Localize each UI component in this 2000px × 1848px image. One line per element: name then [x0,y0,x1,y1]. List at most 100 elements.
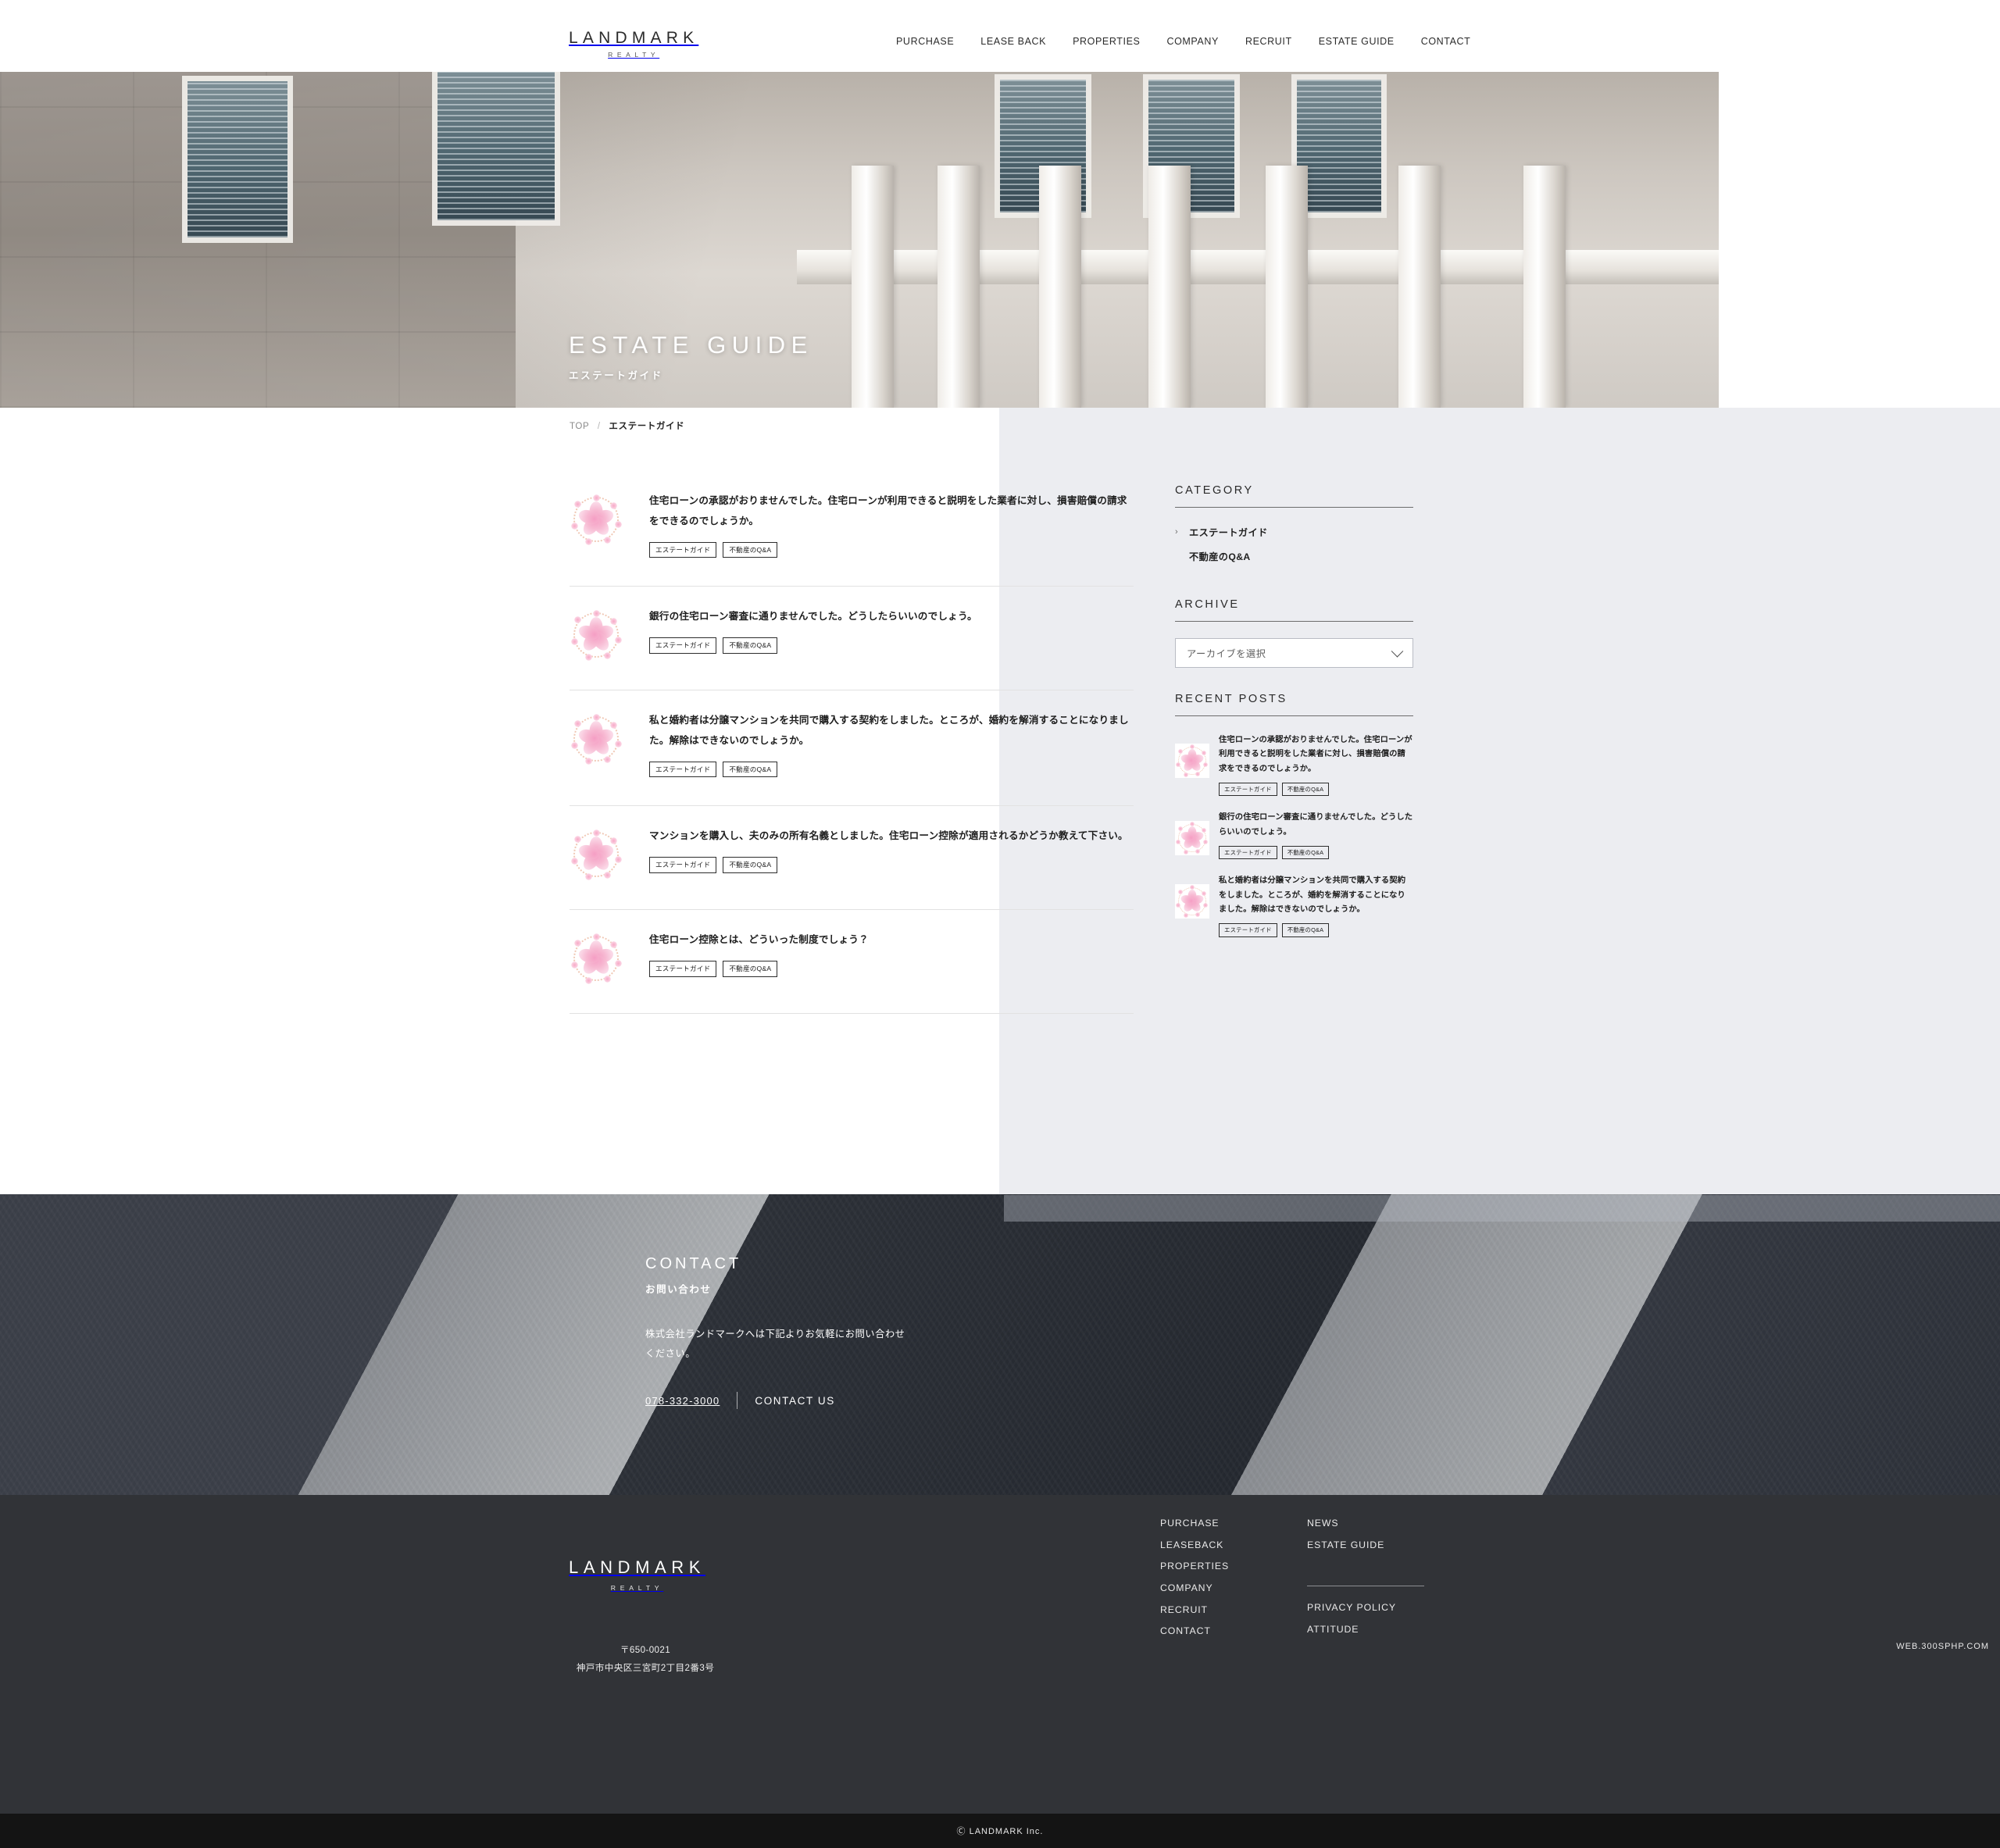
category-label: エステートガイド [1189,525,1268,539]
hero-background-image [0,72,1719,408]
footer-link-news[interactable]: NEWS [1307,1513,1384,1535]
hero-pillar [1398,166,1441,408]
nav-item-purchase[interactable]: PURCHASE [883,36,967,47]
nav-item-estate-guide[interactable]: ESTATE GUIDE [1305,36,1408,47]
contact-us-button[interactable]: CONTACT US [755,1395,835,1407]
post-title[interactable]: 住宅ローンの承認がおりませんでした。住宅ローンが利用できると説明をした業者に対し… [649,491,1134,532]
post-tag[interactable]: エステートガイド [649,637,716,654]
hero-section: ESTATE GUIDE エステートガイド [0,72,2000,408]
recent-post-title[interactable]: 銀行の住宅ローン審査に通りませんでした。どうしたらいいのでしょう。 [1219,811,1413,840]
post-tag[interactable]: エステートガイド [649,857,716,873]
nav-item-lease-back[interactable]: LEASE BACK [967,36,1059,47]
post-body: 住宅ローン控除とは、どういった制度でしょう？ エステートガイド 不動産のQ&A [649,927,1134,985]
post-title[interactable]: 住宅ローン控除とは、どういった制度でしょう？ [649,930,1134,951]
post-tag[interactable]: エステートガイド [649,961,716,977]
footer-address: 〒650-0021 神戸市中央区三宮町2丁目2番3号 [569,1642,722,1677]
logo-main-text: LANDMARK [569,30,698,46]
post-tag[interactable]: 不動産のQ&A [723,637,777,654]
post-tags: エステートガイド 不動産のQ&A [649,542,1134,558]
recent-post-title[interactable]: 住宅ローンの承認がおりませんでした。住宅ローンが利用できると説明をした業者に対し… [1219,733,1413,776]
post-thumbnail [570,932,623,985]
recent-post-tag[interactable]: エステートガイド [1219,846,1277,859]
footer-link-contact[interactable]: CONTACT [1160,1621,1229,1643]
post-tag[interactable]: 不動産のQ&A [723,762,777,778]
divider [737,1392,738,1409]
post-tags: エステートガイド 不動産のQ&A [649,857,1134,873]
breadcrumb-home[interactable]: TOP [570,422,589,431]
nav-item-recruit[interactable]: RECRUIT [1232,36,1305,47]
post-tag[interactable]: 不動産のQ&A [723,961,777,977]
recent-posts-list: 住宅ローンの承認がおりませんでした。住宅ローンが利用できると説明をした業者に対し… [1175,733,1413,937]
spacer [1175,573,1413,598]
chevron-right-icon: › [1175,527,1189,537]
contact-actions: 078-332-3000 CONTACT US [645,1392,915,1409]
footer-link-attitude[interactable]: ATTITUDE [1307,1619,1396,1641]
footer-logo-main-text: LANDMARK [569,1557,705,1578]
post-body: 住宅ローンの承認がおりませんでした。住宅ローンが利用できると説明をした業者に対し… [649,488,1134,558]
nav-item-contact[interactable]: CONTACT [1408,36,1484,47]
site-logo[interactable]: LANDMARK REALTY [569,30,698,59]
post-tag[interactable]: エステートガイド [649,762,716,778]
site-footer: LANDMARK REALTY 〒650-0021 神戸市中央区三宮町2丁目2番… [0,1495,2000,1814]
hero-window [188,81,288,237]
footer-street-address: 神戸市中央区三宮町2丁目2番3号 [569,1660,722,1678]
recent-post-tag[interactable]: 不動産のQ&A [1282,846,1330,859]
post-list-item[interactable]: 銀行の住宅ローン審査に通りませんでした。どうしたらいいのでしょう。 エステートガ… [570,587,1134,690]
post-body: 私と婚約者は分譲マンションを共同で購入する契約をしました。ところが、婚約を解消す… [649,708,1134,777]
recent-post-tag[interactable]: 不動産のQ&A [1282,783,1330,796]
recent-post-title[interactable]: 私と婚約者は分譲マンションを共同で購入する契約をしました。ところが、婚約を解消す… [1219,874,1413,917]
hero-pillar [1148,166,1191,408]
sakura-flower-icon [570,828,623,881]
footer-link-recruit[interactable]: RECRUIT [1160,1600,1229,1621]
contact-phone-link[interactable]: 078-332-3000 [645,1395,720,1407]
post-list-item[interactable]: 私と婚約者は分譲マンションを共同で購入する契約をしました。ところが、婚約を解消す… [570,690,1134,806]
nav-item-properties[interactable]: PROPERTIES [1059,36,1153,47]
page-subtitle: エステートガイド [569,367,813,382]
recent-post-item[interactable]: 私と婚約者は分譲マンションを共同で購入する契約をしました。ところが、婚約を解消す… [1175,874,1413,936]
post-tag[interactable]: エステートガイド [649,542,716,558]
post-tag[interactable]: 不動産のQ&A [723,857,777,873]
footer-nav-secondary: NEWS ESTATE GUIDE [1307,1513,1384,1556]
recent-post-tag[interactable]: エステートガイド [1219,923,1277,936]
sidebar-heading-archive: ARCHIVE [1175,598,1413,622]
category-item-qa[interactable]: 不動産のQ&A [1175,549,1413,563]
footer-postal-code: 〒650-0021 [569,1642,722,1660]
archive-select[interactable]: アーカイブを選択 [1175,638,1413,668]
post-title[interactable]: 銀行の住宅ローン審査に通りませんでした。どうしたらいいのでしょう。 [649,607,1134,627]
sakura-flower-icon [570,608,623,662]
recent-post-thumbnail [1175,744,1209,778]
category-label: 不動産のQ&A [1175,549,1251,563]
category-list: › エステートガイド 不動産のQ&A [1175,525,1413,563]
category-item-estate-guide[interactable]: › エステートガイド [1175,525,1413,539]
archive-select-value: アーカイブを選択 [1187,646,1266,660]
post-body: 銀行の住宅ローン審査に通りませんでした。どうしたらいいのでしょう。 エステートガ… [649,604,1134,662]
footer-link-purchase[interactable]: PURCHASE [1160,1513,1229,1535]
footer-link-properties[interactable]: PROPERTIES [1160,1556,1229,1578]
post-list-item[interactable]: マンションを購入し、夫のみの所有名義としました。住宅ローン控除が適用されるかどう… [570,806,1134,910]
breadcrumb-current: エステートガイド [609,422,684,431]
post-tags: エステートガイド 不動産のQ&A [649,637,1134,654]
footer-link-estate-guide[interactable]: ESTATE GUIDE [1307,1535,1384,1557]
footer-link-privacy-policy[interactable]: PRIVACY POLICY [1307,1597,1396,1619]
nav-item-company[interactable]: COMPANY [1153,36,1231,47]
recent-post-tag[interactable]: エステートガイド [1219,783,1277,796]
footer-link-leaseback[interactable]: LEASEBACK [1160,1535,1229,1557]
post-title[interactable]: 私と婚約者は分譲マンションを共同で購入する契約をしました。ところが、婚約を解消す… [649,711,1134,751]
recent-post-tag[interactable]: 不動産のQ&A [1282,923,1330,936]
post-thumbnail [570,828,623,881]
post-title[interactable]: マンションを購入し、夫のみの所有名義としました。住宅ローン控除が適用されるかどう… [649,826,1134,847]
post-list-item[interactable]: 住宅ローン控除とは、どういった制度でしょう？ エステートガイド 不動産のQ&A [570,910,1134,1014]
footer-logo[interactable]: LANDMARK REALTY [569,1557,705,1592]
recent-post-item[interactable]: 銀行の住宅ローン審査に通りませんでした。どうしたらいいのでしょう。 エステートガ… [1175,811,1413,859]
post-tag[interactable]: 不動産のQ&A [723,542,777,558]
chevron-down-icon [1391,645,1404,658]
recent-post-body: 銀行の住宅ローン審査に通りませんでした。どうしたらいいのでしょう。 エステートガ… [1219,811,1413,859]
post-thumbnail [570,493,623,546]
hero-pillar [1523,166,1566,408]
recent-post-item[interactable]: 住宅ローンの承認がおりませんでした。住宅ローンが利用できると説明をした業者に対し… [1175,733,1413,796]
content-section: TOP / エステートガイド [0,408,2000,1194]
footer-link-company[interactable]: COMPANY [1160,1578,1229,1600]
post-list-item[interactable]: 住宅ローンの承認がおりませんでした。住宅ローンが利用できると説明をした業者に対し… [570,480,1134,587]
sakura-flower-icon [1175,884,1209,919]
content-gray-panel [999,408,2000,1194]
